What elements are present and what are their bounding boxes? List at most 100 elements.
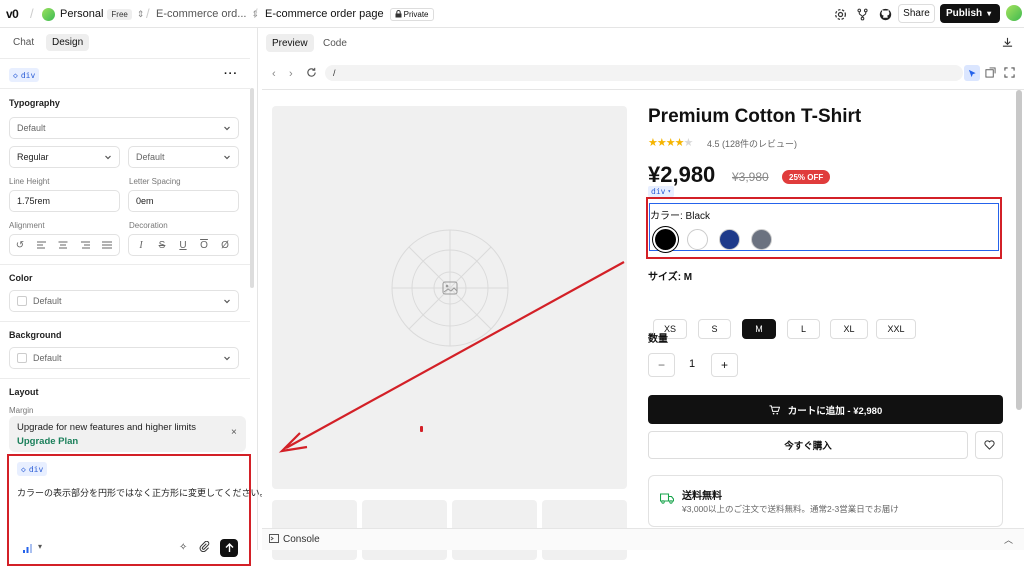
chevron-down-icon: ▾ xyxy=(987,9,992,18)
close-icon[interactable]: × xyxy=(231,427,237,438)
buy-now-button[interactable]: 今すぐ購入 xyxy=(648,431,968,459)
selected-element-label: div xyxy=(20,70,36,80)
chevron-down-icon xyxy=(224,155,230,160)
privacy-badge[interactable]: Private xyxy=(389,7,434,21)
console-bar[interactable]: Console ︿ xyxy=(262,528,1024,550)
preview-panel: Preview Code ‹ › / Premium Cotton T-Shir… xyxy=(262,28,1024,560)
shipping-text: ¥3,000以上のご注文で送料無料。通常2-3営業日でお届け xyxy=(682,504,899,514)
wishlist-button[interactable] xyxy=(975,431,1003,459)
font-size-select[interactable]: Default xyxy=(128,146,239,168)
project-switcher[interactable]: E-commerce ord... ⇕ xyxy=(156,6,259,22)
font-family-select[interactable]: Default xyxy=(9,117,239,139)
chat-input-box[interactable]: ◇ div カラーの表示部分を円形ではなく正方形に変更してください。 ▾ ✧ xyxy=(11,458,268,562)
more-options-icon[interactable]: ··· xyxy=(224,68,238,80)
color-label: カラー: Black xyxy=(650,211,711,222)
component-icon: ◇ xyxy=(13,70,18,80)
new-window-icon[interactable] xyxy=(985,67,996,78)
add-to-cart-label: カートに追加 - ¥2,980 xyxy=(787,405,883,417)
back-icon[interactable]: ‹ xyxy=(272,68,276,80)
image-placeholder-icon xyxy=(391,229,509,347)
size-xl[interactable]: XL xyxy=(830,319,868,339)
scrollbar-thumb[interactable] xyxy=(250,88,254,288)
send-button[interactable] xyxy=(220,539,238,557)
no-decoration-icon[interactable]: Ø xyxy=(218,238,232,252)
swatch-black[interactable] xyxy=(655,229,676,250)
size-label: サイズ: M xyxy=(648,272,693,283)
color-select[interactable]: Default xyxy=(9,290,239,312)
align-right-icon[interactable] xyxy=(78,238,92,252)
undo-icon[interactable]: ↺ xyxy=(13,238,27,252)
font-family-value: Default xyxy=(17,123,46,133)
original-price: ¥3,980 xyxy=(732,170,769,184)
model-signal-icon[interactable] xyxy=(23,544,32,553)
shipping-title: 送料無料 xyxy=(682,491,722,502)
line-height-input[interactable]: 1.75rem xyxy=(9,190,120,212)
project-name: E-commerce ord... xyxy=(156,8,247,20)
quantity-increase-button[interactable]: + xyxy=(711,353,738,377)
underline-icon[interactable]: U xyxy=(176,238,190,252)
tab-chat[interactable]: Chat xyxy=(13,37,34,48)
url-input[interactable]: / xyxy=(325,65,963,81)
tab-preview[interactable]: Preview xyxy=(266,34,314,52)
background-select[interactable]: Default xyxy=(9,347,239,369)
color-section[interactable]: カラー: Black xyxy=(649,203,999,251)
product-price: ¥2,980 xyxy=(648,162,716,187)
fullscreen-icon[interactable] xyxy=(1004,67,1015,78)
tab-code[interactable]: Code xyxy=(323,38,347,49)
swatch-navy[interactable] xyxy=(719,229,740,250)
size-xxl[interactable]: XXL xyxy=(876,319,916,339)
font-size-value: Default xyxy=(136,152,165,162)
refresh-icon[interactable] xyxy=(306,67,317,78)
letter-spacing-input[interactable]: 0em xyxy=(128,190,239,212)
color-value: Default xyxy=(33,296,62,306)
upgrade-plan-link[interactable]: Upgrade Plan xyxy=(17,436,78,447)
margin-label: Margin xyxy=(9,406,34,415)
chat-message-text[interactable]: カラーの表示部分を円形ではなく正方形に変更してください。 xyxy=(17,486,268,499)
git-branch-icon[interactable] xyxy=(853,5,871,23)
align-justify-icon[interactable] xyxy=(100,238,114,252)
forward-icon[interactable]: › xyxy=(289,68,293,80)
quantity-value[interactable]: 1 xyxy=(687,358,697,370)
top-bar: v0 / Personal Free ⇕ / E-commerce ord...… xyxy=(0,0,1024,28)
swatch-white[interactable] xyxy=(687,229,708,250)
page-title[interactable]: E-commerce order page Private xyxy=(265,6,434,22)
tab-design[interactable]: Design xyxy=(46,34,90,51)
preview-scrollbar[interactable] xyxy=(1016,90,1022,410)
strikethrough-icon[interactable]: S xyxy=(155,238,169,252)
settings-icon[interactable] xyxy=(831,5,849,23)
paperclip-icon[interactable] xyxy=(199,541,210,552)
align-center-icon[interactable] xyxy=(56,238,70,252)
element-picker-icon[interactable] xyxy=(964,65,980,81)
size-s[interactable]: S xyxy=(698,319,731,339)
overline-icon[interactable]: O xyxy=(197,238,211,252)
publish-button[interactable]: Publish ▾ xyxy=(940,4,1000,23)
italic-icon[interactable]: I xyxy=(134,238,148,252)
layout-title: Layout xyxy=(9,387,39,397)
chevron-updown-icon: ⇕ xyxy=(136,8,145,19)
swatch-gray[interactable] xyxy=(751,229,772,250)
expand-icon[interactable]: ︿ xyxy=(1004,533,1013,546)
chevron-down-icon xyxy=(224,299,230,304)
truck-icon xyxy=(660,493,674,504)
line-height-label: Line Height xyxy=(9,177,50,186)
divider: / xyxy=(30,6,34,21)
product-image-main[interactable] xyxy=(272,106,627,489)
quantity-decrease-button[interactable]: − xyxy=(648,353,675,377)
github-icon[interactable] xyxy=(876,5,894,23)
share-button[interactable]: Share xyxy=(898,4,935,23)
font-weight-value: Regular xyxy=(17,152,49,162)
add-to-cart-button[interactable]: カートに追加 - ¥2,980 xyxy=(648,395,1003,424)
align-left-icon[interactable] xyxy=(35,238,49,252)
user-avatar[interactable] xyxy=(1006,5,1022,21)
font-weight-select[interactable]: Regular xyxy=(9,146,120,168)
v0-logo[interactable]: v0 xyxy=(6,6,19,22)
download-icon[interactable] xyxy=(1002,37,1013,48)
workspace-avatar xyxy=(42,7,55,21)
left-panel: Chat Design ◇ div ··· Typography Default … xyxy=(0,28,268,566)
workspace-switcher[interactable]: Personal Free ⇕ xyxy=(42,6,144,22)
lock-icon xyxy=(395,10,402,18)
sparkle-icon[interactable]: ✧ xyxy=(179,542,187,553)
size-l[interactable]: L xyxy=(787,319,820,339)
chevron-down-icon xyxy=(224,356,230,361)
size-m-selected[interactable]: M xyxy=(742,319,776,339)
